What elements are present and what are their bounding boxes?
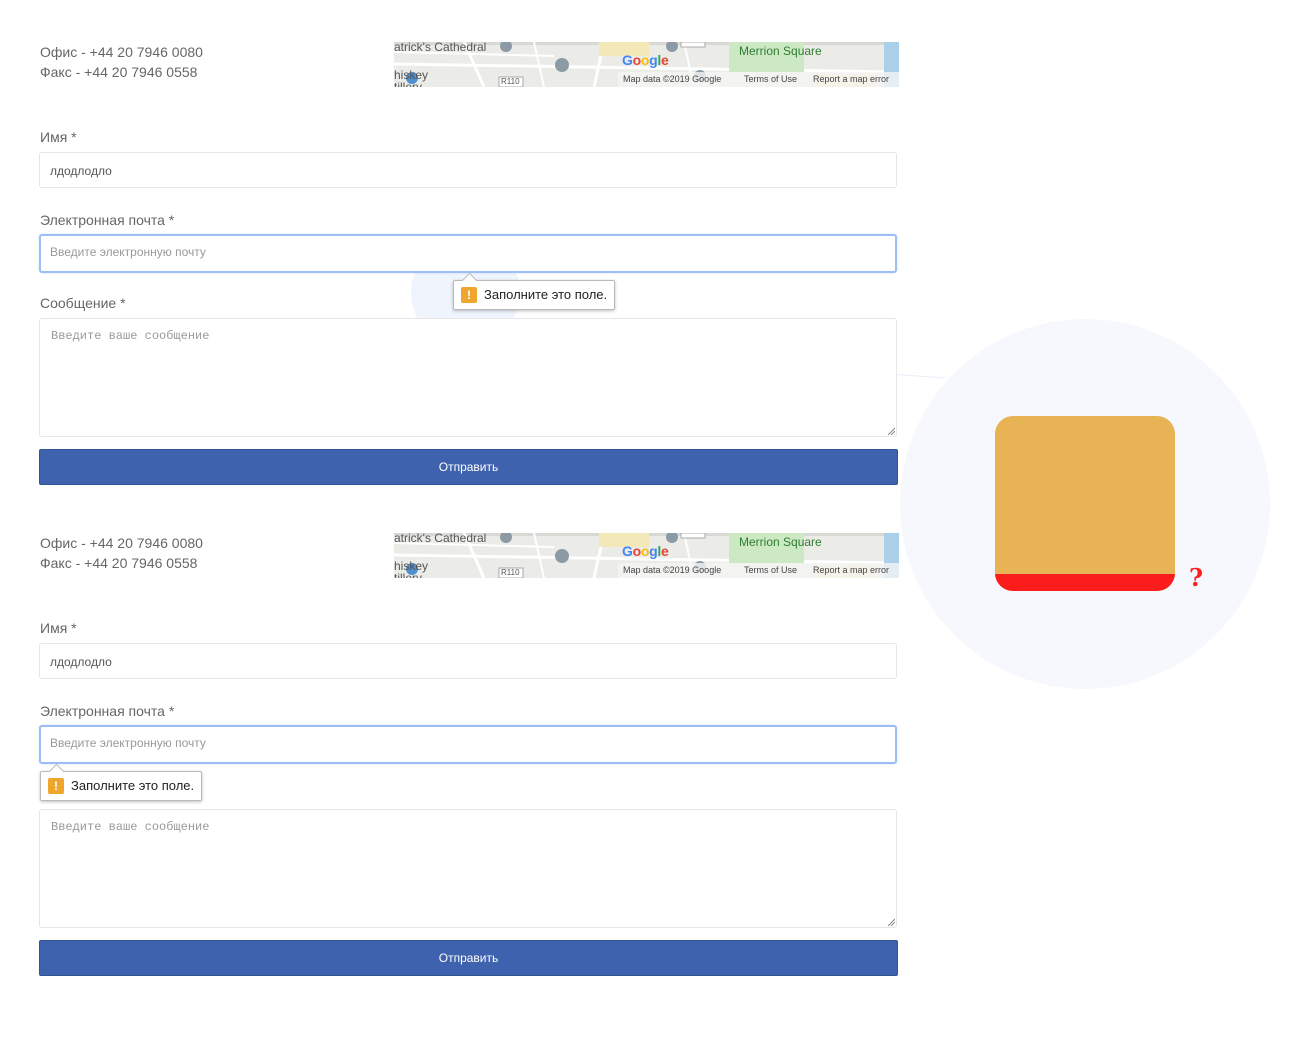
resize-grip-icon[interactable] — [887, 427, 895, 435]
message-placeholder: Введите ваше сообщение — [51, 820, 210, 834]
message-textarea[interactable]: Введите ваше сообщение — [39, 809, 897, 928]
warning-icon-enlarged — [995, 416, 1175, 591]
map-report-link[interactable]: Report a map error — [813, 72, 889, 87]
map-data-credit: Map data ©2019 Google — [623, 74, 722, 84]
map-terms-link[interactable]: Terms of Use — [744, 563, 797, 578]
resize-grip-icon[interactable] — [887, 918, 895, 926]
map-label-merrion: Merrion Square — [739, 44, 822, 58]
message-placeholder: Введите ваше сообщение — [51, 329, 210, 343]
google-logo: Google — [622, 52, 669, 68]
map-embed[interactable]: atrick's Cathedral hiskey tillery R110 M… — [394, 533, 899, 578]
message-label: Сообщение * — [40, 295, 126, 311]
fax-phone: Факс - +44 20 7946 0558 — [40, 555, 198, 571]
map-attribution-bar: Map data ©2019 Google Terms of Use Repor… — [618, 563, 899, 578]
email-label: Электронная почта * — [40, 703, 175, 719]
contact-info: Офис - +44 20 7946 0080 Факс - +44 20 79… — [40, 42, 203, 82]
map-label-cathedral: atrick's Cathedral — [394, 42, 487, 54]
map-label-road: R110 — [501, 568, 520, 577]
warning-icon-stripe — [995, 574, 1175, 591]
submit-button[interactable]: Отправить — [39, 940, 898, 976]
name-input[interactable]: лдодлодло — [39, 152, 897, 188]
validation-message: Заполните это поле. — [484, 287, 608, 302]
name-input-value: лдодлодло — [50, 655, 112, 669]
question-mark-icon: ? — [1189, 563, 1204, 592]
google-logo: Google — [622, 543, 669, 559]
office-phone: Офис - +44 20 7946 0080 — [40, 44, 203, 60]
email-label: Электронная почта * — [40, 212, 175, 228]
map-report-link[interactable]: Report a map error — [813, 563, 889, 578]
message-textarea[interactable]: Введите ваше сообщение — [39, 318, 897, 437]
fax-phone: Факс - +44 20 7946 0558 — [40, 64, 198, 80]
map-label-cathedral: atrick's Cathedral — [394, 533, 487, 545]
map-embed[interactable]: atrick's Cathedral hiskey tillery R110 M… — [394, 42, 899, 87]
validation-message: Заполните это поле. — [71, 778, 195, 793]
map-terms-link[interactable]: Terms of Use — [744, 72, 797, 87]
email-input[interactable]: Введите электронную почту — [39, 725, 897, 764]
map-label-distillery-2: tillery — [394, 80, 423, 87]
map-label-merrion: Merrion Square — [739, 535, 822, 549]
email-placeholder: Введите электронную почту — [50, 245, 206, 259]
warning-icon: ! — [48, 778, 64, 794]
email-input[interactable]: Введите электронную почту — [39, 234, 897, 273]
validation-tooltip: ! Заполните это поле. — [40, 771, 203, 801]
name-input-value: лдодлодло — [50, 164, 112, 178]
warning-icon: ! — [461, 287, 477, 303]
office-phone: Офис - +44 20 7946 0080 — [40, 535, 203, 551]
map-label-road: R110 — [501, 77, 520, 86]
name-label: Имя * — [40, 129, 77, 145]
validation-tooltip: ! Заполните это поле. — [453, 280, 616, 310]
map-label-distillery-2: tillery — [394, 571, 423, 578]
contact-info: Офис - +44 20 7946 0080 Факс - +44 20 79… — [40, 533, 203, 573]
name-input[interactable]: лдодлодло — [39, 643, 897, 679]
map-data-credit: Map data ©2019 Google — [623, 565, 722, 575]
name-label: Имя * — [40, 620, 77, 636]
submit-button[interactable]: Отправить — [39, 449, 898, 485]
email-placeholder: Введите электронную почту — [50, 736, 206, 750]
map-attribution-bar: Map data ©2019 Google Terms of Use Repor… — [618, 72, 899, 87]
